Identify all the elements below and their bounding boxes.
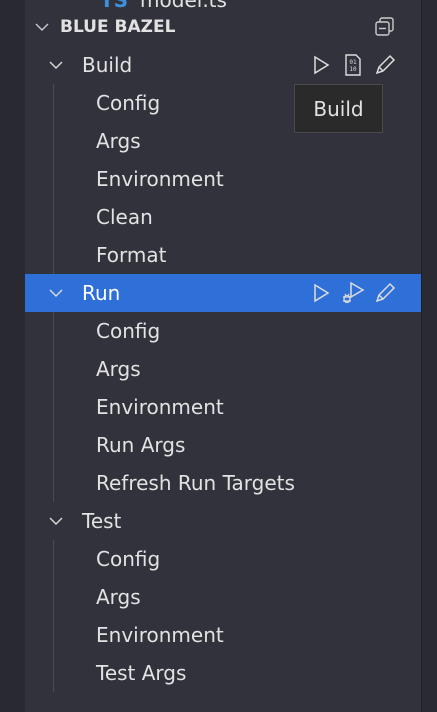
item-label: Config xyxy=(96,547,161,571)
tree-item[interactable]: Args xyxy=(25,578,421,616)
tree-item[interactable]: Environment xyxy=(25,388,421,426)
play-icon[interactable] xyxy=(309,53,333,77)
play-icon[interactable] xyxy=(309,281,333,305)
collapse-all-icon[interactable] xyxy=(373,15,397,39)
item-label: Config xyxy=(96,319,161,343)
pencil-icon[interactable] xyxy=(373,281,397,305)
item-label: Clean xyxy=(96,205,153,229)
item-label: Format xyxy=(96,243,167,267)
tree-item[interactable]: Refresh Run Targets xyxy=(25,464,421,502)
group-label: Run xyxy=(82,281,121,305)
tree-item[interactable]: Format xyxy=(25,236,421,274)
group-label: Test xyxy=(82,509,122,533)
tree-item[interactable]: Environment xyxy=(25,160,421,198)
tree-group-build[interactable]: Build 01 10 xyxy=(25,46,421,84)
tree-group-test[interactable]: Test xyxy=(25,502,421,540)
pencil-icon[interactable] xyxy=(373,53,397,77)
item-label: Args xyxy=(96,357,141,381)
svg-text:10: 10 xyxy=(349,66,357,73)
item-label: Environment xyxy=(96,167,224,191)
item-label: Environment xyxy=(96,623,224,647)
tree-item[interactable]: Args xyxy=(25,350,421,388)
item-label: Run Args xyxy=(96,433,186,457)
debug-play-icon[interactable] xyxy=(341,281,365,305)
editor-edge xyxy=(421,0,437,712)
tooltip: Build xyxy=(294,84,383,133)
tree-item[interactable]: Environment xyxy=(25,616,421,654)
item-label: Refresh Run Targets xyxy=(96,471,295,495)
chevron-down-icon xyxy=(48,513,64,529)
tree-group-run[interactable]: Run xyxy=(25,274,421,312)
group-label: Build xyxy=(82,53,133,77)
item-label: Args xyxy=(96,585,141,609)
item-label: Environment xyxy=(96,395,224,419)
tree-item[interactable]: Clean xyxy=(25,198,421,236)
item-label: Args xyxy=(96,129,141,153)
section-title: BLUE BAZEL xyxy=(60,17,176,37)
item-label: Test Args xyxy=(96,661,187,685)
tree-item[interactable]: Run Args xyxy=(25,426,421,464)
binary-file-icon[interactable]: 0110 xyxy=(341,53,365,77)
chevron-down-icon xyxy=(34,19,50,35)
section-header[interactable]: BLUE BAZEL xyxy=(25,8,421,46)
chevron-down-icon xyxy=(48,285,64,301)
svg-text:01: 01 xyxy=(349,59,357,66)
activity-bar xyxy=(0,0,25,712)
tree-item[interactable]: Config xyxy=(25,312,421,350)
item-label: Config xyxy=(96,91,161,115)
tree-item[interactable]: Config xyxy=(25,540,421,578)
tree-item[interactable]: Test Args xyxy=(25,654,421,692)
chevron-down-icon xyxy=(48,57,64,73)
